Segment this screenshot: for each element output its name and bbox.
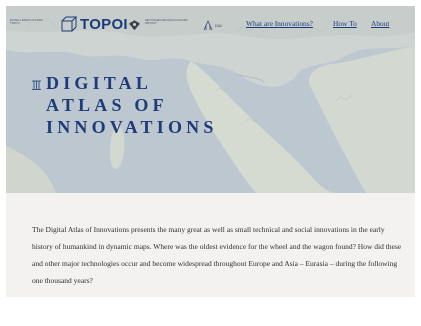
intro-section: The Digital Atlas of Innovations present… — [6, 193, 415, 297]
hero-title-line-3: INNOVATIONS — [46, 117, 218, 137]
dai-logo-text: DAI — [215, 23, 222, 28]
excellence-cluster-label[interactable]: Exzellenzcluster TOPOI — [10, 18, 44, 26]
hero-title-line-1: DIGITAL — [46, 73, 153, 93]
hero-map: Exzellenzcluster TOPOI TOPOI Deutsches A… — [6, 6, 415, 193]
topoi-logo[interactable]: TOPOI — [80, 16, 128, 33]
nav-what-are-innovations[interactable]: What are Innovations? — [246, 19, 313, 28]
intro-text: The Digital Atlas of Innovations present… — [32, 225, 402, 285]
institute-label[interactable]: Deutsches Archäologisches Institut — [145, 19, 195, 25]
dai-logo-icon[interactable]: DAI — [202, 18, 230, 32]
nav-about[interactable]: About — [371, 19, 389, 28]
nav-how-to[interactable]: How To — [333, 19, 357, 28]
column-icon — [32, 80, 41, 90]
crest-icon — [129, 20, 140, 30]
topoi-cube-icon[interactable] — [60, 16, 78, 34]
hero-title-line-2: ATLAS OF — [46, 95, 168, 115]
top-bar: Exzellenzcluster TOPOI TOPOI Deutsches A… — [6, 6, 415, 40]
